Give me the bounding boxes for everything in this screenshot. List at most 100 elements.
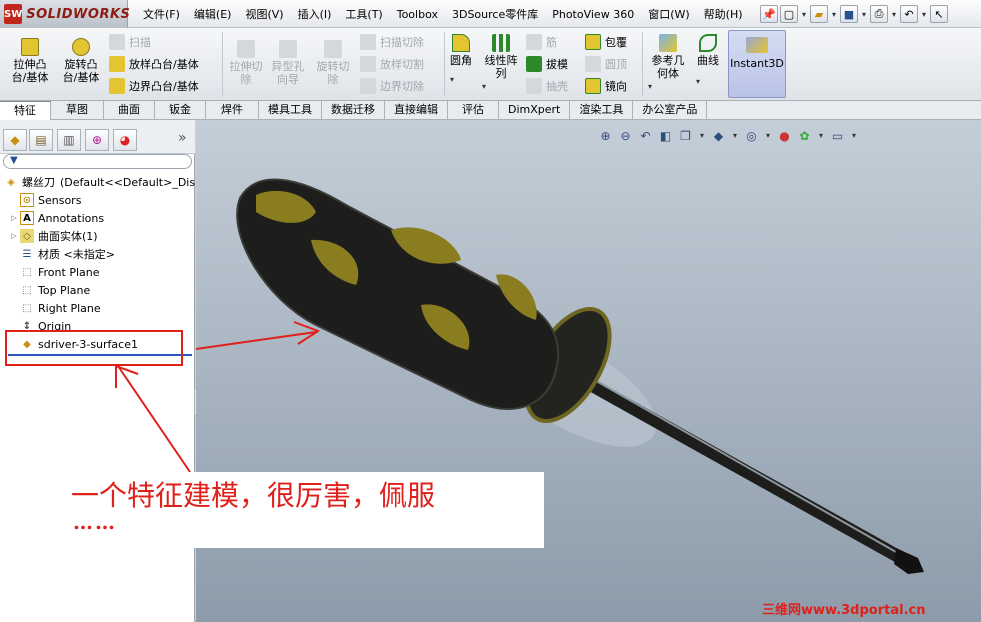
tab-evaluate[interactable]: 评估 [448,101,499,120]
annotation-text: 一个特征建模，很厉害，佩服 [71,479,436,512]
chevron-down-icon[interactable]: ▾ [448,73,456,86]
tree-item-right-plane[interactable]: ⬚ Right Plane [10,299,100,317]
extrude-cut-button[interactable]: 拉伸切 除 [226,40,266,86]
tab-office-products[interactable]: 办公室产品 [633,101,708,120]
tree-item-top-plane[interactable]: ⬚ Top Plane [10,281,90,299]
open-folder-icon[interactable]: ▰ [810,5,828,23]
tab-surfaces[interactable]: 曲面 [104,101,155,120]
rib-icon [526,34,542,50]
command-manager-tabs: 特征 草图 曲面 钣金 焊件 模具工具 数据迁移 直接编辑 评估 DimXper… [0,101,981,120]
draft-button[interactable]: 拔模 [526,56,568,72]
tree-item-sensors[interactable]: ⊙ Sensors [10,191,81,209]
extrude-boss-icon [21,38,39,56]
menu-window[interactable]: 窗口(W) [641,6,696,22]
dimxpert-manager-tab-icon[interactable]: ⊕ [85,129,109,151]
chevron-down-icon[interactable]: ▾ [646,80,654,93]
lofted-cut-button[interactable]: 放样切割 [360,56,424,72]
callout-leader-line [196,331,317,351]
menu-toolbox[interactable]: Toolbox [390,8,445,21]
chevron-down-icon[interactable]: ▾ [890,10,898,19]
revolve-cut-button[interactable]: 旋转切 除 [313,40,353,86]
tab-direct-editing[interactable]: 直接编辑 [385,101,448,120]
plane-icon: ⬚ [22,302,32,314]
menu-edit[interactable]: 编辑(E) [187,6,239,22]
sweep-label: 扫描 [129,36,151,49]
tab-weldments[interactable]: 焊件 [206,101,259,120]
expand-icon[interactable]: ▷ [10,232,18,240]
instant3d-button[interactable]: Instant3D [728,30,786,98]
swept-cut-button[interactable]: 扫描切除 [360,34,424,50]
mirror-icon [585,78,601,94]
reference-geometry-button[interactable]: 参考几 何体 ▾ [646,34,690,93]
chevron-down-icon[interactable]: ▾ [800,10,808,19]
shell-label: 抽壳 [546,80,568,93]
linear-pattern-button[interactable]: 线性阵 列 ▾ [480,34,522,93]
screwdriver-tip [894,548,924,574]
loft-boss-button[interactable]: 放样凸台/基体 [109,56,199,72]
dome-button[interactable]: 圆顶 [585,56,627,72]
extrude-boss-button[interactable]: 拉伸凸 台/基体 [6,38,54,84]
menu-view[interactable]: 视图(V) [238,6,290,22]
mirror-button[interactable]: 镜向 [585,78,627,94]
fillet-button[interactable]: 圆角 ▾ [448,34,474,86]
reference-geometry-icon [659,34,677,52]
menu-photoview[interactable]: PhotoView 360 [545,8,641,21]
tree-item-front-plane[interactable]: ⬚ Front Plane [10,263,99,281]
collapse-panel-icon[interactable]: » [178,130,187,146]
tree-item-annotations[interactable]: ▷ A Annotations [10,209,104,227]
wrap-button[interactable]: 包覆 [585,34,627,50]
save-icon[interactable]: ■ [840,5,858,23]
tree-root-part[interactable]: ◈ 螺丝刀 (Default<<Default>_Displa [2,173,212,191]
feature-tree-tab-icon[interactable]: ◆ [3,129,27,151]
expand-icon[interactable]: ▷ [10,214,18,222]
revolve-boss-button[interactable]: 旋转凸 台/基体 [58,38,104,84]
tab-data-migration[interactable]: 数据迁移 [322,101,385,120]
chevron-down-icon[interactable]: ▾ [694,75,702,88]
reference-geometry-label: 参考几 何体 [651,54,685,80]
chevron-down-icon[interactable]: ▾ [860,10,868,19]
chevron-down-icon[interactable]: ▾ [830,10,838,19]
tab-render-tools[interactable]: 渲染工具 [570,101,634,120]
curves-button[interactable]: 曲线 ▾ [694,34,722,88]
highlight-box [5,330,183,366]
menu-help[interactable]: 帮助(H) [697,6,750,22]
draft-label: 拔模 [546,58,568,71]
select-cursor-icon[interactable]: ↖ [930,5,948,23]
rib-button[interactable]: 筋 [526,34,557,50]
lofted-cut-icon [360,56,376,72]
tree-filter-input[interactable]: ▼ [3,154,192,169]
tree-item-surface-bodies[interactable]: ▷ ◇ 曲面实体(1) [10,227,98,245]
curves-label: 曲线 [697,54,719,67]
curves-icon [699,34,717,52]
solidworks-logo[interactable]: SW SOLIDWORKS [0,0,130,28]
lofted-cut-label: 放样切割 [380,58,424,71]
menu-tools[interactable]: 工具(T) [338,6,389,22]
tab-features[interactable]: 特征 [0,101,51,120]
tab-mold-tools[interactable]: 模具工具 [259,101,322,120]
hole-wizard-button[interactable]: 异型孔 向导 [268,40,308,86]
boundary-cut-button[interactable]: 边界切除 [360,78,424,94]
property-manager-tab-icon[interactable]: ▤ [29,129,53,151]
menu-insert[interactable]: 插入(I) [291,6,339,22]
chevron-down-icon[interactable]: ▾ [920,10,928,19]
sweep-boss-button[interactable]: 扫描 [109,34,151,50]
pin-icon[interactable]: 📌 [760,5,778,23]
display-manager-tab-icon[interactable]: ◕ [113,129,137,151]
new-document-icon[interactable]: ▢ [780,5,798,23]
tab-dimxpert[interactable]: DimXpert [499,101,571,120]
tab-sketch[interactable]: 草图 [51,101,104,120]
fillet-label: 圆角 [450,54,472,67]
tab-sheet-metal[interactable]: 钣金 [155,101,206,120]
menu-file[interactable]: 文件(F) [136,6,187,22]
shell-button[interactable]: 抽壳 [526,78,568,94]
linear-pattern-icon [492,34,510,52]
boundary-boss-button[interactable]: 边界凸台/基体 [109,78,199,94]
undo-icon[interactable]: ↶ [900,5,918,23]
menu-3dsource[interactable]: 3DSource零件库 [445,6,545,22]
configuration-manager-tab-icon[interactable]: ▥ [57,129,81,151]
chevron-down-icon[interactable]: ▾ [480,80,488,93]
instant3d-icon [746,37,768,53]
tree-item-material[interactable]: ☰ 材质 <未指定> [10,245,115,263]
revolve-cut-label: 旋转切 除 [316,60,350,86]
print-icon[interactable]: ⎙ [870,5,888,23]
